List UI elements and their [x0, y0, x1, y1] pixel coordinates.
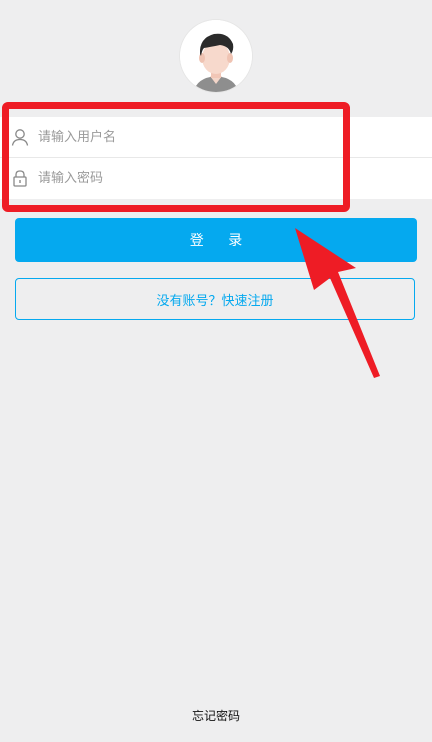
forgot-password-link[interactable]: 忘记密码: [0, 707, 432, 724]
password-input[interactable]: [38, 164, 418, 192]
username-row: [0, 117, 432, 157]
user-avatar-icon: [180, 20, 252, 92]
login-button[interactable]: 登 录: [15, 218, 417, 262]
password-row: [0, 158, 432, 198]
login-form: [0, 117, 432, 199]
user-icon: [10, 127, 30, 147]
register-button[interactable]: 没有账号？快速注册: [15, 278, 415, 320]
username-input[interactable]: [38, 123, 418, 151]
lock-icon: [10, 168, 30, 188]
